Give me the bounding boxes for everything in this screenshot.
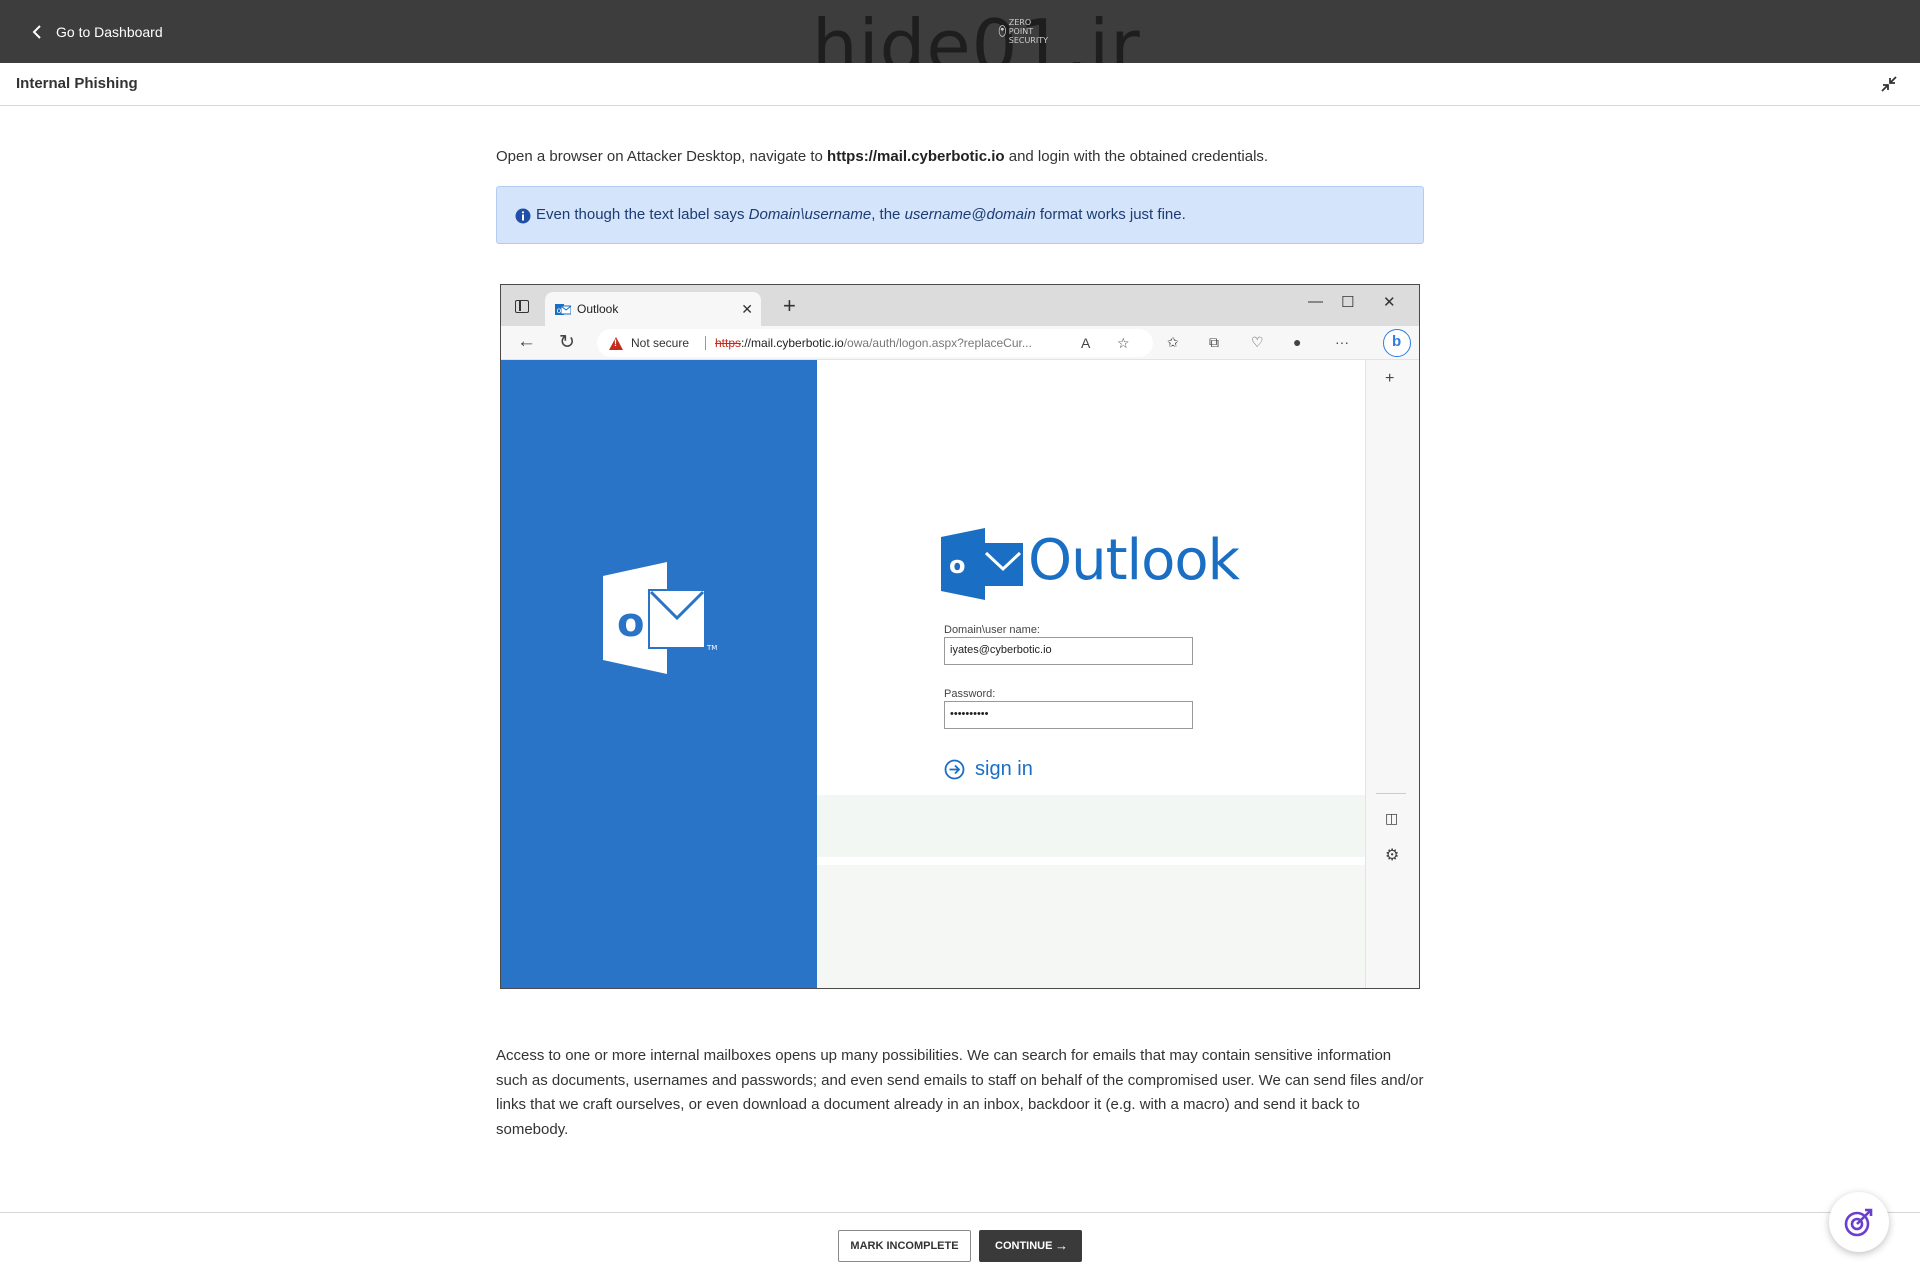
- bing-copilot-icon[interactable]: b: [1383, 329, 1411, 357]
- go-to-dashboard-link[interactable]: Go to Dashboard: [28, 20, 163, 44]
- callout-text-2: , the: [871, 206, 905, 223]
- owa-login-page: o TM o Outlook Domain\user name: iyates@…: [501, 360, 1365, 988]
- sign-in-label: sign in: [975, 758, 1033, 780]
- collections-icon[interactable]: ⧉: [1209, 334, 1219, 351]
- mark-incomplete-button[interactable]: MARK INCOMPLETE: [838, 1230, 971, 1262]
- svg-text:o: o: [949, 551, 966, 579]
- top-bar: Go to Dashboard hide01.ir ZERO POINT SEC…: [0, 0, 1920, 82]
- callout-text: Even though the text label says Domain\u…: [536, 206, 1186, 223]
- hide-sidebar-icon[interactable]: ◫: [1385, 810, 1398, 827]
- brand-text-line-1: ZERO: [1008, 17, 1032, 27]
- go-to-dashboard-label: Go to Dashboard: [56, 24, 163, 40]
- outlook-favicon-icon: o: [555, 304, 571, 315]
- profile-avatar-icon[interactable]: ●: [1293, 334, 1301, 350]
- body-paragraph: Access to one or more internal mailboxes…: [496, 1047, 1424, 1138]
- brand-text-line-3: SECURITY: [1008, 35, 1048, 45]
- collapse-icon[interactable]: [1878, 73, 1900, 95]
- back-arrow-icon[interactable]: ←: [517, 331, 536, 353]
- browser-screenshot: o Outlook ✕ + — ☐ ✕ ← ↻ Not secure https…: [500, 284, 1420, 989]
- svg-text:o: o: [617, 600, 644, 646]
- outlook-large-logo-icon: o TM: [603, 562, 717, 674]
- tab-title: Outlook: [577, 302, 619, 316]
- callout-emphasis-1: Domain\username: [748, 206, 872, 223]
- close-window-icon[interactable]: ✕: [1383, 293, 1396, 311]
- chevron-left-icon: [32, 25, 41, 39]
- maximize-icon[interactable]: ☐: [1341, 293, 1354, 311]
- lesson-footer: MARK INCOMPLETE CONTINUE →: [0, 1212, 1920, 1277]
- outlook-logo-icon: o: [941, 528, 985, 600]
- callout-text-1: Even though the text label says: [536, 206, 749, 223]
- new-tab-icon[interactable]: +: [783, 293, 796, 319]
- outlook-brand-title: Outlook: [1028, 528, 1240, 593]
- minimize-icon[interactable]: —: [1308, 293, 1323, 310]
- outlook-envelope-icon: [983, 543, 1023, 586]
- intro-suffix: and login with the obtained credentials.: [1004, 148, 1269, 165]
- settings-gear-icon[interactable]: ⚙: [1385, 845, 1399, 865]
- owa-brand-panel: o TM: [501, 360, 817, 988]
- url-text: https://mail.cyberbotic.io/owa/auth/logo…: [715, 336, 1032, 350]
- info-callout: Even though the text label says Domain\u…: [496, 186, 1424, 244]
- trademark-mark: TM: [706, 644, 717, 652]
- url-host: ://mail.cyberbotic.io: [741, 336, 844, 350]
- continue-button[interactable]: CONTINUE →: [979, 1230, 1082, 1262]
- brand-text-line-2: POINT: [1008, 26, 1034, 36]
- favorites-icon[interactable]: ✩: [1167, 334, 1179, 351]
- intro-prefix: Open a browser on Attacker Desktop, navi…: [496, 148, 828, 165]
- page-title: Internal Phishing: [16, 75, 138, 92]
- more-menu-icon[interactable]: ···: [1335, 334, 1349, 350]
- sign-in-arrow-icon: [944, 759, 965, 780]
- browser-address-bar: ← ↻ Not secure https://mail.cyberbotic.i…: [501, 326, 1419, 360]
- username-input[interactable]: iyates@cyberbotic.io: [944, 637, 1193, 665]
- arrow-right-icon: →: [1055, 1238, 1068, 1253]
- tab-close-icon[interactable]: ✕: [741, 301, 753, 318]
- url-field[interactable]: Not secure https://mail.cyberbotic.io/ow…: [597, 329, 1153, 357]
- browser-essentials-icon[interactable]: ♡: [1251, 334, 1264, 351]
- target-arrow-icon: [1844, 1208, 1873, 1237]
- svg-text:o: o: [557, 306, 562, 315]
- username-label: Domain\user name:: [944, 624, 1040, 636]
- password-label: Password:: [944, 688, 996, 700]
- browser-tab-strip: o Outlook ✕ + — ☐ ✕: [501, 285, 1419, 326]
- callout-text-3: format works just fine.: [1035, 206, 1186, 223]
- refresh-icon[interactable]: ↻: [559, 331, 575, 354]
- favorite-star-icon[interactable]: ☆: [1117, 335, 1130, 352]
- callout-emphasis-2: username@domain: [904, 206, 1036, 223]
- help-fab-button[interactable]: [1829, 1192, 1889, 1252]
- url-path: /owa/auth/logon.aspx?replaceCur...: [843, 336, 1032, 350]
- not-secure-label: Not secure: [631, 336, 690, 350]
- password-input[interactable]: ••••••••••: [944, 701, 1193, 729]
- browser-tab-outlook[interactable]: o Outlook ✕: [545, 292, 761, 326]
- read-aloud-icon[interactable]: A: [1081, 335, 1090, 351]
- url-scheme: https: [715, 336, 742, 350]
- intro-text: Open a browser on Attacker Desktop, navi…: [496, 148, 1268, 165]
- warning-icon: [609, 337, 623, 350]
- lesson-title-bar: Internal Phishing: [0, 63, 1920, 106]
- sidebar-add-icon[interactable]: +: [1385, 370, 1394, 388]
- sign-in-button[interactable]: sign in: [944, 758, 1033, 781]
- wreath-logo-icon: [998, 25, 1007, 37]
- intro-url: https://mail.cyberbotic.io: [827, 148, 1005, 165]
- browser-sidebar: + ◫ ⚙: [1365, 360, 1419, 988]
- brand-logo: ZERO POINT SECURITY: [998, 10, 1048, 52]
- info-icon: [515, 208, 531, 224]
- continue-label: CONTINUE: [995, 1240, 1053, 1252]
- tab-actions-icon[interactable]: [515, 300, 529, 313]
